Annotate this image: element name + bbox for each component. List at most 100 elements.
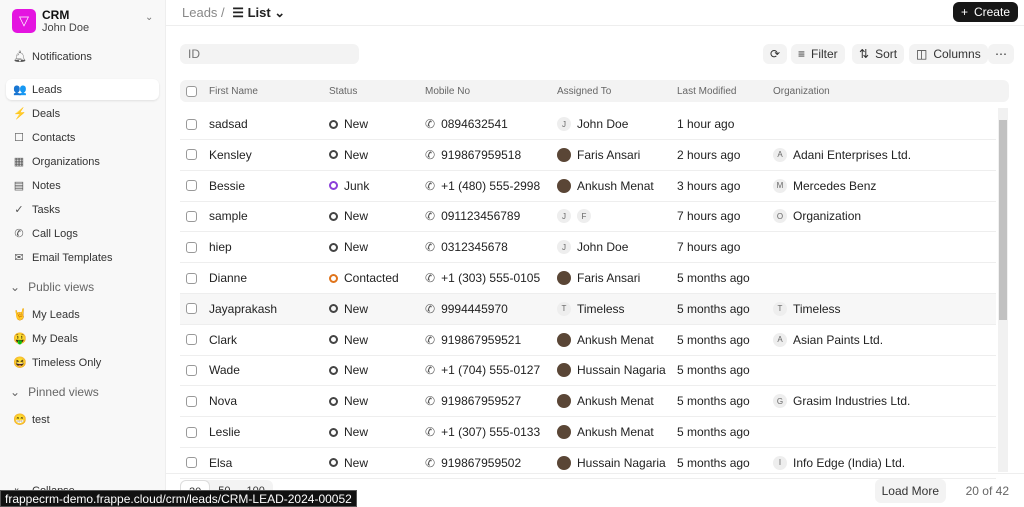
row-count: 20 of 42 [965,484,1009,498]
refresh-button[interactable]: ⟳ [763,44,788,64]
first-name: Clark [209,332,238,347]
select-all-checkbox[interactable] [186,85,197,97]
phone-icon: ✆ [425,455,436,470]
column-header[interactable]: Assigned To [557,80,611,102]
breadcrumb-leads[interactable]: Leads / [182,5,225,20]
table-row[interactable]: Leslie New ✆ +1 (307) 555-0133 Ankush Men… [180,417,996,448]
phone-icon: ✆ [425,363,436,378]
label: Email Templates [32,251,113,264]
table-row[interactable]: Clark New ✆ 919867959521 Ankush Menat 5 m… [180,325,996,356]
table-row[interactable]: Dianne Contacted ✆ +1 (303) 555-0105 Fari… [180,263,996,294]
organization: Mercedes Benz [793,178,877,193]
last-modified: 7 hours ago [677,209,741,224]
avatar: T [557,301,571,316]
create-button[interactable]: + Create [952,2,1018,22]
mobile: 919867959521 [441,332,522,347]
row-checkbox[interactable] [186,395,197,407]
scrollbar-thumb[interactable] [999,120,1007,320]
column-header[interactable]: Last Modified [677,80,736,102]
row-checkbox[interactable] [186,149,197,161]
public-view-item[interactable]: 😆 Timeless Only [6,352,159,373]
columns-button[interactable]: ◫ Columns [909,44,988,64]
table-row[interactable]: hiep New ✆ 0312345678 J John Doe 7 hours a… [180,232,996,264]
scrollbar[interactable] [998,108,1008,472]
org-avatar: T [773,301,787,316]
public-view-item[interactable]: 🤑 My Deals [6,328,159,349]
phone-icon: ✆ [425,332,436,347]
status: New [344,301,369,316]
row-checkbox[interactable] [186,364,197,376]
label: Leads [32,83,62,96]
row-checkbox[interactable] [186,426,197,438]
org-avatar: I [773,455,787,470]
column-header[interactable]: Status [329,80,357,102]
sidebar-item-contacts[interactable]: ☐ Contacts [6,127,159,148]
sort-button[interactable]: ⇅ Sort [852,44,905,64]
status: Contacted [344,271,399,285]
row-checkbox[interactable] [186,118,197,130]
phone-icon: ✆ [425,178,436,193]
table-row[interactable]: Bessie Junk ✆ +1 (480) 555-2998 Ankush Me… [180,171,996,202]
notes-icon: ▤ [13,180,25,192]
avatar: J [557,240,571,255]
app-name: CRM [42,8,70,22]
table-row[interactable]: Wade New ✆ +1 (704) 555-0127 Hussain Naga… [180,355,996,387]
assigned-to: Faris Ansari [577,271,641,285]
table-row[interactable]: Jayaprakash New ✆ 9994445970 T Timeless 5 … [180,293,996,325]
sidebar-item-deals[interactable]: ⚡ Deals [6,103,159,124]
mobile: 919867959502 [441,455,522,470]
columns-icon: ◫ [916,47,928,61]
table-row[interactable]: Kensley New ✆ 919867959518 Faris Ansari 2… [180,140,996,171]
status: New [344,209,369,224]
chevron-down-icon[interactable]: ⌄ [145,12,153,23]
row-checkbox[interactable] [186,241,197,253]
phone-icon: ✆ [14,228,24,240]
label: Organizations [32,155,100,168]
sidebar-item-tasks[interactable]: ✓ Tasks [6,199,159,220]
load-more-button[interactable]: Load More [874,479,946,503]
row-checkbox[interactable] [186,272,197,284]
phone-icon: ✆ [425,240,436,255]
first-name: sample [209,209,248,224]
row-checkbox[interactable] [186,180,197,192]
id-filter-input[interactable] [180,44,359,64]
assigned-to: Ankush Menat [577,178,654,193]
status-icon [329,273,338,283]
status-icon [329,304,338,314]
pinned-view-item[interactable]: 😁 test [6,409,159,430]
organization: Info Edge (India) Ltd. [793,455,906,470]
table-row[interactable]: sample New ✆ 091123456789 JF 7 hours ago … [180,201,996,233]
table-row[interactable]: Nova New ✆ 919867959527 Ankush Menat 5 mo… [180,386,996,418]
breadcrumb[interactable]: Leads / ☰ List ⌄ [182,5,285,21]
label: Pinned views [28,385,99,399]
app-switcher[interactable]: ▽ CRM John Doe [12,8,89,34]
column-header[interactable]: Organization [773,80,830,102]
row-checkbox[interactable] [186,303,197,315]
status: New [344,332,369,347]
public-view-item[interactable]: 🤘 My Leads [6,304,159,325]
view-selector[interactable]: ☰ List ⌄ [232,5,285,20]
first-name: Kensley [209,147,252,162]
pinned-views-header[interactable]: ⌄ Pinned views [10,385,99,399]
status-icon [329,119,338,129]
table-row[interactable]: sadsad New ✆ 0894632541 J John Doe 1 hour … [180,109,996,140]
row-checkbox[interactable] [186,457,197,469]
sidebar-item-leads[interactable]: 👥 Leads [6,79,159,100]
sidebar-item-email-templates[interactable]: ✉ Email Templates [6,247,159,268]
sidebar-item-notes[interactable]: ▤ Notes [6,175,159,196]
avatar: J [557,117,571,131]
more-button[interactable]: ⋯ [988,44,1014,64]
column-header[interactable]: Mobile No [425,80,470,102]
sidebar: ▽ CRM John Doe ⌄ 🔔︎ Notifications 👥 Leads ⚡ D… [0,0,166,507]
filter-button[interactable]: ≡ Filter [791,44,845,64]
row-checkbox[interactable] [186,210,197,222]
column-header[interactable]: First Name [209,80,258,102]
sidebar-item-notifications[interactable]: 🔔︎ Notifications [6,46,159,67]
sidebar-item-organizations[interactable]: ▦ Organizations [6,151,159,172]
status-icon [329,427,338,437]
public-views-header[interactable]: ⌄ Public views [10,280,94,294]
last-modified: 7 hours ago [677,240,741,255]
mobile: 919867959527 [441,394,522,409]
row-checkbox[interactable] [186,334,197,346]
sidebar-item-call-logs[interactable]: ✆ Call Logs [6,223,159,244]
